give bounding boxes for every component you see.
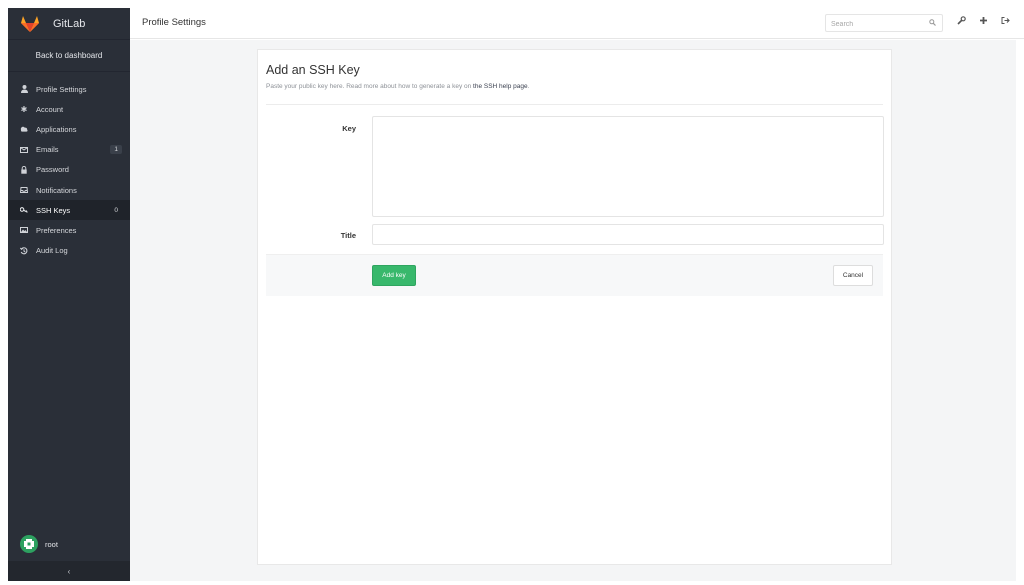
description-text: Paste your public key here. Read more ab… [266, 83, 474, 90]
key-textarea[interactable] [372, 116, 884, 217]
history-icon [20, 246, 28, 255]
lock-icon [20, 165, 28, 174]
avatar [20, 535, 38, 553]
page-title: Profile Settings [142, 17, 206, 28]
envelope-icon [20, 146, 28, 154]
gear-icon: ✱ [20, 104, 28, 114]
cloud-icon [20, 125, 28, 133]
sidebar-item-label: Account [36, 104, 64, 114]
sidebar-item-label: Audit Log [36, 246, 68, 256]
top-header: Profile Settings [130, 8, 1024, 39]
sign-out-icon[interactable] [1000, 16, 1010, 27]
user-menu[interactable]: root [8, 529, 58, 559]
sidebar-item-notifications[interactable]: Notifications [8, 180, 130, 200]
back-to-dashboard-link[interactable]: Back to dashboard [8, 40, 130, 72]
panel-title: Add an SSH Key [266, 63, 360, 77]
ssh-help-page-link[interactable]: the SSH help page [473, 83, 528, 90]
description-suffix: . [527, 83, 530, 90]
sidebar-item-label: SSH Keys [36, 205, 71, 215]
divider [266, 104, 883, 105]
sidebar: GitLab Back to dashboard Profile Setting… [8, 8, 130, 581]
collapse-sidebar-button[interactable]: ‹ [8, 561, 130, 581]
search-box [825, 14, 943, 33]
title-input[interactable] [372, 224, 884, 245]
key-label: Key [342, 124, 356, 133]
ssh-keys-count-badge: 0 [114, 206, 118, 214]
sidebar-item-emails[interactable]: Emails 1 [8, 140, 130, 160]
sidebar-item-label: Password [36, 165, 69, 175]
plus-icon[interactable] [978, 16, 988, 27]
sidebar-item-audit-log[interactable]: Audit Log [8, 241, 130, 261]
key-icon [20, 206, 28, 214]
username: root [45, 539, 58, 549]
image-icon [20, 226, 28, 234]
search-input[interactable] [826, 16, 942, 33]
app-name: GitLab [53, 17, 86, 30]
sidebar-nav: Profile Settings ✱ Account Applications … [8, 79, 130, 261]
brand[interactable]: GitLab [8, 8, 130, 40]
inbox-icon [20, 186, 28, 194]
chevron-left-icon: ‹ [67, 566, 71, 576]
sidebar-item-ssh-keys[interactable]: SSH Keys 0 [8, 200, 130, 221]
sidebar-item-account[interactable]: ✱ Account [8, 99, 130, 119]
add-key-button[interactable]: Add key [372, 265, 416, 286]
user-icon [20, 85, 28, 94]
wrench-icon[interactable] [956, 16, 966, 27]
sidebar-item-password[interactable]: Password [8, 160, 130, 180]
panel-description: Paste your public key here. Read more ab… [266, 83, 529, 90]
sidebar-item-label: Notifications [36, 185, 77, 195]
sidebar-item-label: Applications [36, 124, 77, 134]
add-ssh-key-panel: Add an SSH Key Paste your public key her… [257, 49, 892, 565]
sidebar-item-preferences[interactable]: Preferences [8, 220, 130, 240]
emails-count-badge: 1 [110, 145, 122, 155]
main-content: Add an SSH Key Paste your public key her… [130, 40, 1016, 581]
search-icon[interactable] [929, 19, 936, 28]
gitlab-fox-icon [21, 15, 39, 32]
cancel-button[interactable]: Cancel [833, 265, 873, 286]
form-actions: Add key Cancel [266, 254, 883, 296]
sidebar-item-label: Preferences [36, 225, 77, 235]
sidebar-item-applications[interactable]: Applications [8, 119, 130, 139]
sidebar-item-label: Profile Settings [36, 84, 87, 94]
sidebar-item-profile-settings[interactable]: Profile Settings [8, 79, 130, 99]
sidebar-item-label: Emails [36, 145, 59, 155]
header-icons [956, 16, 1010, 27]
title-label: Title [340, 231, 356, 240]
